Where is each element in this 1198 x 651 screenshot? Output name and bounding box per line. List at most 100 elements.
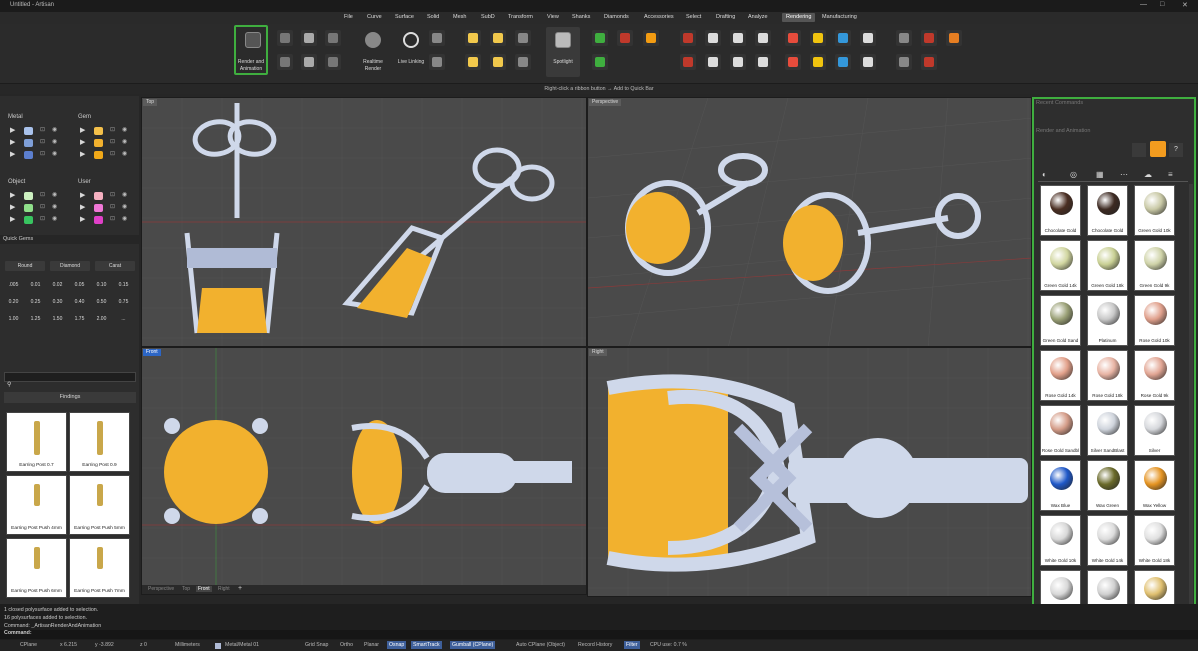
gem-size-button[interactable]: 0.02: [48, 280, 67, 290]
menu-curve[interactable]: Curve: [367, 14, 382, 20]
ribbon-tool-15-1-icon[interactable]: [810, 54, 826, 70]
gem-size-button[interactable]: 0.30: [48, 297, 67, 307]
ribbon-tool-1-0-icon[interactable]: [301, 30, 317, 46]
gumball-toggle[interactable]: Gumball (CPlane): [450, 641, 496, 649]
gem-size-button[interactable]: 0.15: [114, 280, 133, 290]
menu-file[interactable]: File: [344, 14, 353, 20]
findings-search-input[interactable]: ⚲: [4, 372, 136, 388]
render-and-animation-button[interactable]: Render and Animation: [234, 25, 268, 75]
material-swatch[interactable]: Green Gold Sand: [1040, 295, 1081, 346]
layer-expand-icon[interactable]: ▶: [10, 150, 15, 158]
eye-icon[interactable]: ◉: [52, 150, 57, 157]
viewport-tab-top[interactable]: Top: [180, 586, 192, 592]
finding-item[interactable]: Earring Post Push 4mm: [6, 475, 67, 535]
ribbon-tool-18-0-icon[interactable]: [896, 30, 912, 46]
layer-color-swatch[interactable]: [24, 127, 33, 135]
ribbon-tool-0-1-icon[interactable]: [277, 54, 293, 70]
help-icon[interactable]: ?: [1169, 143, 1183, 157]
gem-tab-icon[interactable]: ◎: [1070, 170, 1077, 179]
ribbon-tool-5-0-icon[interactable]: [490, 30, 506, 46]
ribbon-tool-4-1-icon[interactable]: [465, 54, 481, 70]
lock-icon[interactable]: ⊡: [40, 203, 45, 210]
menu-transform[interactable]: Transform: [508, 14, 533, 20]
ribbon-tool-17-0-icon[interactable]: [860, 30, 876, 46]
menu-select[interactable]: Select: [686, 14, 701, 20]
ribbon-tool-19-0-icon[interactable]: [921, 30, 937, 46]
viewport-tab-right[interactable]: Right: [216, 586, 232, 592]
cloud-icon[interactable]: [1132, 143, 1146, 157]
lock-icon[interactable]: ⊡: [110, 203, 115, 210]
layer-color-swatch[interactable]: [94, 216, 103, 224]
ribbon-tool-1-1-icon[interactable]: [301, 54, 317, 70]
gem-size-button[interactable]: 0.10: [92, 280, 111, 290]
gem-size-button[interactable]: 0.05: [70, 280, 89, 290]
ribbon-tool-6-1-icon[interactable]: [515, 54, 531, 70]
live-linking-button[interactable]: Live Linking: [394, 27, 428, 77]
findings-dropdown[interactable]: Findings: [4, 392, 136, 403]
material-swatch[interactable]: Rose Gold 9k: [1134, 350, 1175, 401]
lock-icon[interactable]: ⊡: [40, 191, 45, 198]
ribbon-tool-15-0-icon[interactable]: [810, 30, 826, 46]
lock-icon[interactable]: ⊡: [110, 126, 115, 133]
material-swatch[interactable]: Chocolate Gold: [1087, 185, 1128, 236]
diamond-button[interactable]: Diamond: [50, 261, 90, 271]
material-swatch[interactable]: White Gold 14k: [1087, 515, 1128, 566]
ribbon-tool-12-1-icon[interactable]: [730, 54, 746, 70]
ribbon-tool-17-1-icon[interactable]: [860, 54, 876, 70]
gem-size-button[interactable]: 0.75: [114, 297, 133, 307]
lock-icon[interactable]: ⊡: [40, 150, 45, 157]
eye-icon[interactable]: ◉: [52, 138, 57, 145]
layer-expand-icon[interactable]: ▶: [10, 138, 15, 146]
eye-icon[interactable]: ◉: [122, 191, 127, 198]
round-button[interactable]: Round: [5, 261, 45, 271]
realtime-render-button[interactable]: Realtime Render: [356, 27, 390, 77]
current-layer[interactable]: Metal/Metal 01: [225, 642, 259, 648]
ribbon-tool-3-0-icon[interactable]: [429, 30, 445, 46]
auto-cplane-toggle[interactable]: Auto CPlane (Object): [516, 642, 565, 648]
finding-item[interactable]: Earring Post Push 5mm: [69, 475, 130, 535]
environment-tab-icon[interactable]: ☁: [1144, 170, 1152, 179]
material-scrollbar[interactable]: [1189, 184, 1193, 604]
gem-size-button[interactable]: 2.00: [92, 314, 111, 324]
gem-size-button[interactable]: 0.20: [4, 297, 23, 307]
texture-tab-icon[interactable]: ▦: [1096, 170, 1104, 179]
material-swatch[interactable]: White Gold 10k: [1040, 515, 1081, 566]
menu-shanks[interactable]: Shanks: [572, 14, 590, 20]
ribbon-tool-3-1-icon[interactable]: [429, 54, 445, 70]
settings-tab-icon[interactable]: ≡: [1168, 170, 1173, 179]
eye-icon[interactable]: ◉: [52, 126, 57, 133]
record-history-toggle[interactable]: Record History: [578, 642, 612, 648]
planar-toggle[interactable]: Planar: [364, 642, 379, 648]
menu-subd[interactable]: SubD: [481, 14, 495, 20]
ribbon-tool-19-1-icon[interactable]: [921, 54, 937, 70]
right-viewport[interactable]: Right: [587, 347, 1032, 597]
ortho-toggle[interactable]: Ortho: [340, 642, 353, 648]
spotlight-button[interactable]: Spotlight: [546, 27, 580, 77]
viewport-tab-front[interactable]: Front: [196, 586, 212, 592]
ribbon-tool-4-0-icon[interactable]: [465, 30, 481, 46]
ribbon-tool-10-1-icon[interactable]: [680, 54, 696, 70]
menu-diamonds[interactable]: Diamonds: [604, 14, 629, 20]
eye-icon[interactable]: ◉: [122, 203, 127, 210]
material-swatch[interactable]: Green Gold 18k: [1087, 240, 1128, 291]
top-viewport[interactable]: Top: [141, 97, 587, 347]
menu-analyze[interactable]: Analyze: [748, 14, 768, 20]
carat-button[interactable]: Carat: [95, 261, 135, 271]
layer-expand-icon[interactable]: ▶: [80, 203, 85, 211]
eye-icon[interactable]: ◉: [122, 126, 127, 133]
ribbon-tool-13-0-icon[interactable]: [755, 30, 771, 46]
gem-size-button[interactable]: .005: [4, 280, 23, 290]
eye-icon[interactable]: ◉: [122, 150, 127, 157]
layer-expand-icon[interactable]: ▶: [10, 126, 15, 134]
ribbon-tool-5-1-icon[interactable]: [490, 54, 506, 70]
ribbon-tool-14-0-icon[interactable]: [785, 30, 801, 46]
ribbon-tool-7-0-icon[interactable]: [592, 30, 608, 46]
lock-icon[interactable]: ⊡: [40, 215, 45, 222]
eye-icon[interactable]: ◉: [52, 203, 57, 210]
command-input[interactable]: Command:: [0, 630, 1198, 639]
viewport-tab-perspective[interactable]: Perspective: [146, 586, 176, 592]
ribbon-tool-2-0-icon[interactable]: [325, 30, 341, 46]
finding-item[interactable]: Earring Post Push 7mm: [69, 538, 130, 598]
ribbon-tool-2-1-icon[interactable]: [325, 54, 341, 70]
layer-color-swatch[interactable]: [94, 151, 103, 159]
